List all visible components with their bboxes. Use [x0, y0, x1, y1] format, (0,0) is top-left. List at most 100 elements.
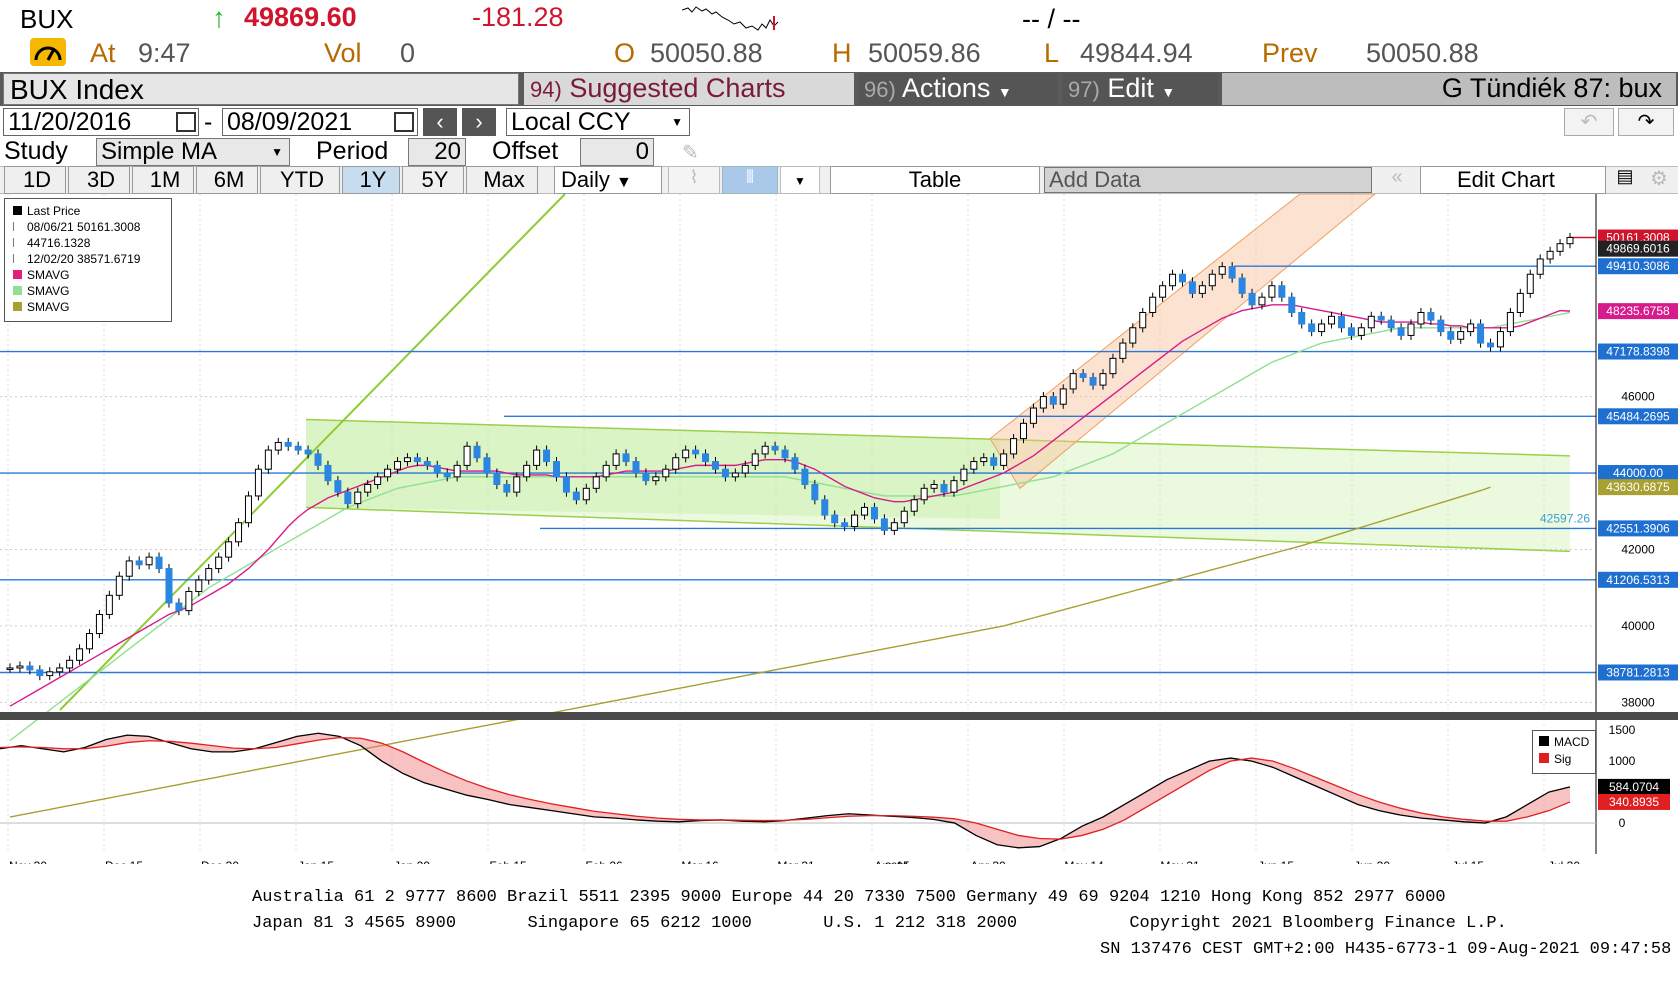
legend-item[interactable]: SMAVG [13, 299, 165, 315]
candle-body [592, 476, 600, 489]
candle-body [572, 491, 580, 501]
edit-chart-button[interactable]: Edit Chart [1420, 166, 1606, 194]
legend-item[interactable]: Last Price [13, 203, 165, 219]
vol-label: Vol [324, 38, 362, 68]
range-button-1d[interactable]: 1D [4, 166, 66, 194]
candle-body [1308, 323, 1316, 333]
table-button[interactable]: Table [830, 166, 1040, 194]
candle-body [135, 560, 143, 566]
prev-price: 50050.88 [1366, 38, 1479, 68]
candle-body [115, 575, 123, 596]
line-chart-icon[interactable]: ⌇ [668, 166, 720, 194]
x-tick-label: Jun 30 [1354, 859, 1390, 864]
legend-item[interactable]: 12/02/20 38571.6719 [13, 251, 165, 267]
calendar-icon[interactable] [394, 112, 414, 132]
offset-field[interactable]: 0 [580, 138, 654, 166]
price-legend[interactable]: Last Price 08/06/21 50161.3008 44716.1328 1… [4, 198, 172, 322]
pencil-icon[interactable]: ✎ [682, 140, 699, 165]
y-tick-label: 42000 [1621, 542, 1655, 556]
date-from-field[interactable]: 11/20/2016 [3, 108, 199, 136]
x-tick-label: Jan 15 [298, 859, 334, 864]
currency-select[interactable]: Local CCY ▼ [506, 108, 690, 136]
macd-legend[interactable]: MACD Sig [1532, 730, 1596, 774]
range-button-1y[interactable]: 1Y [342, 166, 400, 194]
redo-button[interactable]: ↷ [1618, 108, 1674, 136]
candle-body [980, 457, 988, 463]
price-tag-label: 43630.6875 [1606, 480, 1670, 494]
undo-button[interactable]: ↶ [1564, 108, 1614, 136]
frequency-select[interactable]: Daily ▼ [554, 166, 662, 194]
range-button-1m[interactable]: 1M [132, 166, 194, 194]
macd-legend-item[interactable]: MACD [1539, 734, 1589, 751]
candle-body [930, 483, 938, 489]
candle-body [1029, 407, 1037, 424]
legend-label: Sig [1554, 752, 1572, 766]
suggested-charts-button[interactable]: 94) Suggested Charts [524, 73, 854, 105]
candle-body [334, 480, 342, 493]
legend-item[interactable]: 08/06/21 50161.3008 [13, 219, 165, 235]
security-field[interactable]: BUX Index [3, 73, 519, 105]
candle-body [632, 461, 640, 474]
price-tag-label: 49410.3086 [1606, 259, 1670, 273]
candle-body [1159, 285, 1167, 298]
candle-body [1467, 323, 1475, 333]
candle-body [105, 594, 113, 615]
chart-type-dropdown[interactable]: ▼ [780, 166, 820, 194]
study-select[interactable]: Simple MA ▼ [96, 138, 290, 166]
legend-item[interactable]: SMAVG [13, 283, 165, 299]
next-period-button[interactable]: › [462, 108, 496, 136]
candle-body [1089, 376, 1097, 386]
chevron-down-icon: ▼ [616, 174, 632, 191]
candle-body [880, 518, 888, 531]
candle-body [1049, 396, 1057, 405]
candle-body [1069, 373, 1077, 390]
macd-legend-item[interactable]: Sig [1539, 751, 1589, 768]
range-button-ytd[interactable]: YTD [260, 166, 340, 194]
candle-body [1437, 319, 1445, 333]
legend-swatch [13, 222, 22, 231]
price-chart[interactable]: Nov 30 Dec 15 Dec 30 Jan 15 Jan 29 Feb 15 Feb … [0, 194, 1678, 864]
period-field[interactable]: 20 [408, 138, 466, 166]
add-data-input[interactable]: Add Data [1044, 167, 1372, 193]
legend-item[interactable]: 44716.1328 [13, 235, 165, 251]
macd-tick-label: 0 [1619, 816, 1626, 830]
candle-body [1010, 438, 1018, 455]
prev-period-button[interactable]: ‹ [423, 108, 457, 136]
candle-body [1407, 323, 1415, 336]
legend-item[interactable]: SMAVG [13, 267, 165, 283]
candle-body [1248, 292, 1256, 306]
gear-icon[interactable]: ⚙ [1642, 166, 1676, 194]
candle-body [195, 579, 203, 593]
calendar-icon[interactable] [176, 112, 196, 132]
range-button-max[interactable]: Max [466, 166, 538, 194]
candle-body [1556, 243, 1564, 252]
date-to-field[interactable]: 08/09/2021 [222, 108, 418, 136]
table-label: Table [908, 167, 962, 192]
edit-menu[interactable]: 97) Edit ▼ [1062, 73, 1218, 105]
y-tick-label: 40000 [1621, 619, 1655, 633]
candle-body [702, 453, 710, 463]
candle-body [175, 602, 183, 612]
macd-tick-label: 1500 [1609, 723, 1636, 737]
candle-body [1198, 285, 1206, 294]
quote-time: 9:47 [138, 38, 191, 68]
speedometer-icon[interactable] [30, 38, 66, 66]
candle-body [1496, 331, 1504, 348]
prev-label: Prev [1262, 38, 1318, 68]
candle-body [1357, 327, 1365, 336]
collapse-icon[interactable]: « [1380, 166, 1414, 194]
chart-settings-icon[interactable]: ▤ [1610, 166, 1640, 194]
candle-chart-icon[interactable]: ⫴ [722, 166, 778, 194]
x-tick-label: Dec 30 [201, 859, 239, 864]
candle-body [1566, 237, 1574, 245]
candle-body [692, 449, 700, 455]
range-button-5y[interactable]: 5Y [402, 166, 464, 194]
range-button-3d[interactable]: 3D [68, 166, 130, 194]
candle-body [851, 514, 859, 528]
actions-menu[interactable]: 96) Actions ▼ [858, 73, 1058, 105]
candle-body [294, 445, 302, 451]
bid-ask: -- / -- [1022, 4, 1081, 34]
range-button-6m[interactable]: 6M [196, 166, 258, 194]
candle-body [562, 476, 570, 493]
candle-body [1149, 296, 1157, 313]
